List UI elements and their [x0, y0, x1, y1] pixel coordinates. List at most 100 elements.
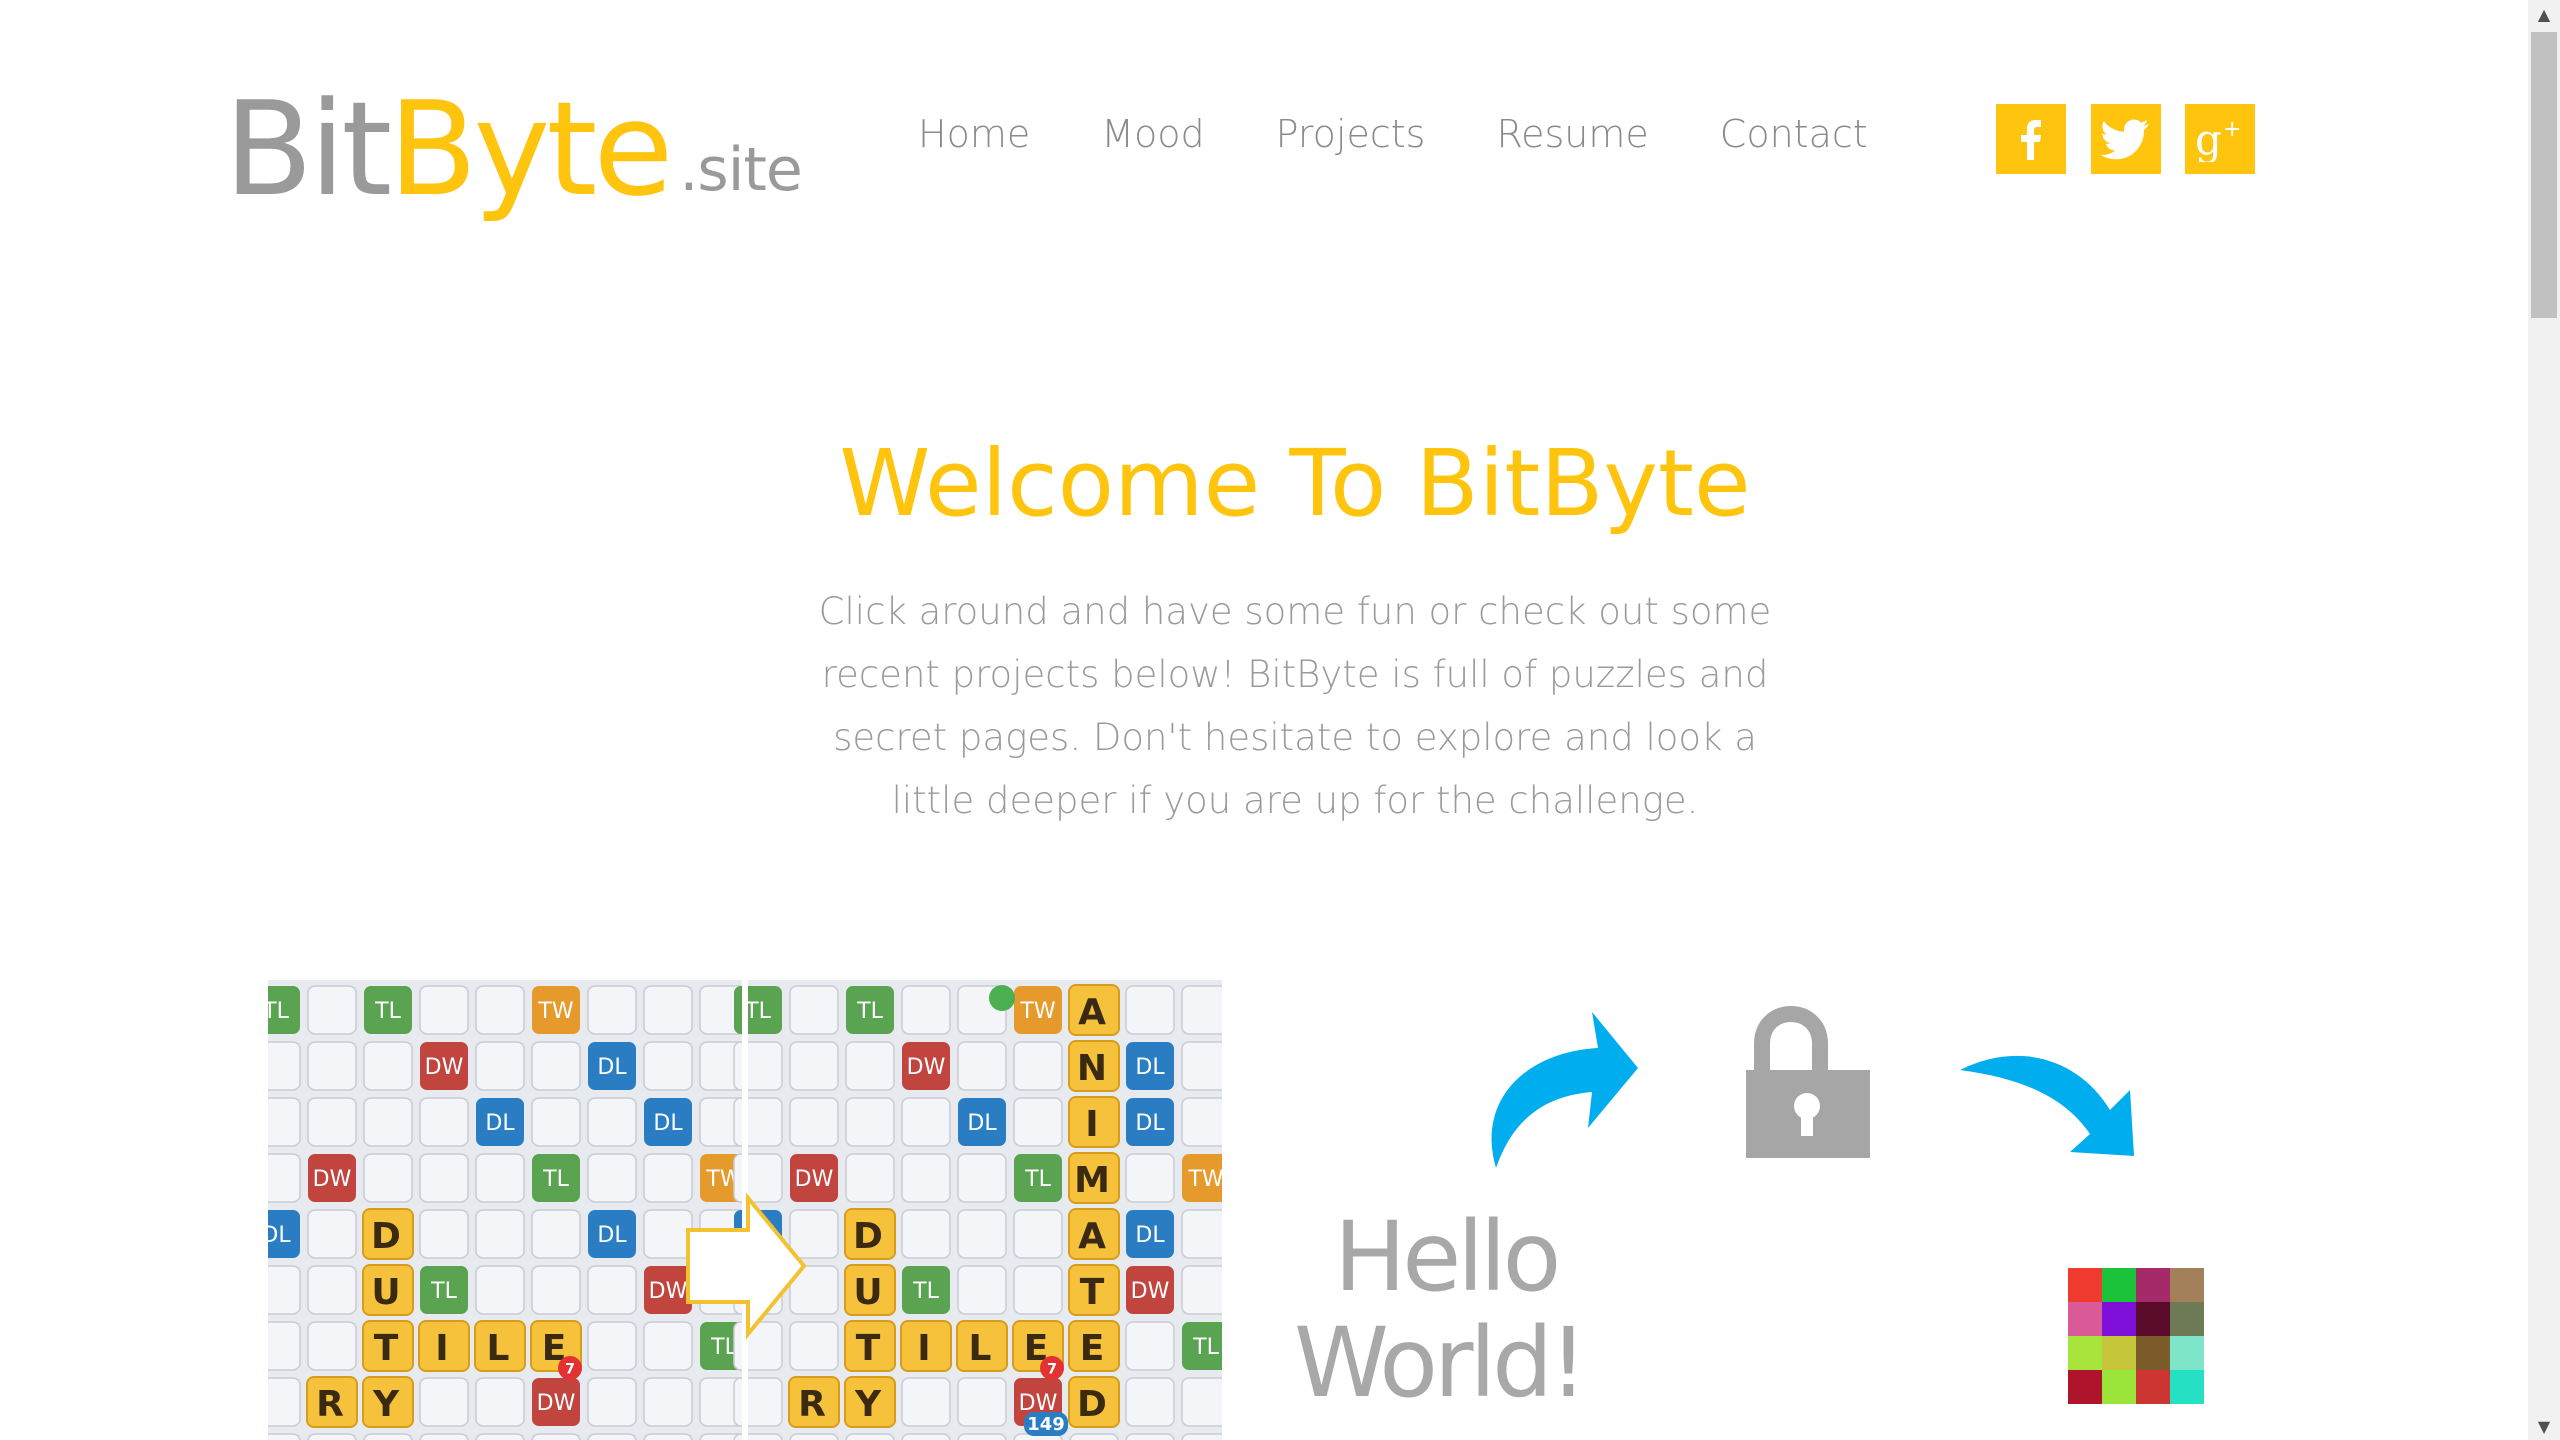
- bonus-label: DL: [268, 1223, 291, 1248]
- board-square: [1181, 1041, 1222, 1091]
- board-square: [845, 1041, 895, 1091]
- mosaic-pixel: [2170, 1370, 2204, 1404]
- board-square: [957, 1041, 1007, 1091]
- board-square: [475, 1209, 525, 1259]
- board-square: [901, 1153, 951, 1203]
- board-square: [1069, 1433, 1119, 1440]
- vertical-scrollbar[interactable]: ▲ ▼: [2528, 0, 2560, 1440]
- bonus-label: DW: [537, 1391, 576, 1416]
- bonus-label: DW: [795, 1167, 834, 1192]
- bonus-label: DL: [967, 1111, 997, 1136]
- letter-tile-text: D: [371, 1216, 401, 1257]
- board-square: [475, 1377, 525, 1427]
- hero-title: Welcome To BitByte: [839, 430, 1751, 537]
- board-square: [419, 1433, 469, 1440]
- bonus-label: DW: [425, 1055, 464, 1080]
- mosaic-pixel: [2102, 1336, 2136, 1370]
- board-square: [531, 1097, 581, 1147]
- scroll-up-icon[interactable]: ▲: [2528, 0, 2560, 28]
- bonus-label: DW: [313, 1167, 352, 1192]
- logo-byte: Byte: [388, 73, 673, 225]
- scroll-down-icon[interactable]: ▼: [2528, 1412, 2560, 1440]
- letter-tile-text: T: [856, 1328, 881, 1369]
- letter-tile-text: Y: [854, 1384, 882, 1425]
- board-square: [268, 1265, 301, 1315]
- nav-projects[interactable]: Projects: [1276, 112, 1426, 156]
- nav-resume[interactable]: Resume: [1496, 112, 1648, 156]
- bonus-label: DL: [1135, 1055, 1165, 1080]
- board-square: [901, 985, 951, 1035]
- letter-tile-text: Y: [372, 1384, 400, 1425]
- page: Bit Byte .site Home Mood Projects Resume…: [0, 0, 2528, 1440]
- board-square: [419, 985, 469, 1035]
- letter-tile-text: T: [374, 1328, 399, 1369]
- boost-badge-icon: [989, 985, 1015, 1011]
- board-square: [419, 1097, 469, 1147]
- google-plus-icon: g +: [2195, 116, 2241, 162]
- board-square: [1013, 1041, 1063, 1091]
- logo-bit: Bit: [224, 73, 392, 225]
- nav-contact[interactable]: Contact: [1720, 112, 1868, 156]
- mosaic-pixel: [2136, 1268, 2170, 1302]
- nav-home[interactable]: Home: [918, 112, 1030, 156]
- google-plus-button[interactable]: g +: [2185, 104, 2255, 174]
- board-square: [643, 1209, 693, 1259]
- mosaic-pixel: [2102, 1370, 2136, 1404]
- pixel-mosaic: [2068, 1268, 2204, 1404]
- twitter-icon: [2101, 119, 2149, 160]
- board-square: [733, 1041, 783, 1091]
- board-square: [643, 1153, 693, 1203]
- bonus-label: TW: [1019, 999, 1055, 1024]
- bonus-label: DW: [649, 1279, 688, 1304]
- board-square: [789, 1433, 839, 1440]
- letter-tile-text: I: [917, 1328, 930, 1369]
- project-word-game-image[interactable]: TL TL TW DW DL DL DL DW TL TW DL D DL U TL DW T I L E TL R Y DW…: [268, 980, 1222, 1440]
- board-square: [733, 1321, 783, 1371]
- board-square: [1181, 1209, 1222, 1259]
- letter-tile-text: U: [371, 1272, 400, 1313]
- board-square: [1013, 1097, 1063, 1147]
- mosaic-pixel: [2102, 1302, 2136, 1336]
- board-square: [901, 1377, 951, 1427]
- bonus-label: TL: [430, 1279, 457, 1304]
- board-square: [733, 1377, 783, 1427]
- board-square: [733, 1433, 783, 1440]
- board-square: [419, 1153, 469, 1203]
- board-square: [789, 1097, 839, 1147]
- hello-text: Hello: [1334, 1201, 1557, 1313]
- facebook-button[interactable]: [1996, 104, 2066, 174]
- mosaic-pixel: [2068, 1268, 2102, 1302]
- project-secret-image[interactable]: Hello World!: [1280, 960, 2220, 1440]
- letter-tile-text: A: [1078, 992, 1106, 1033]
- board-square: [901, 1209, 951, 1259]
- board-square: [307, 1209, 357, 1259]
- board-square: [957, 1377, 1007, 1427]
- board-square: [957, 1153, 1007, 1203]
- scrollbar-thumb[interactable]: [2531, 32, 2557, 318]
- board-square: [268, 1321, 301, 1371]
- board-square: [419, 1209, 469, 1259]
- curved-arrow-up-icon: [1491, 1012, 1638, 1168]
- lock-icon: [1746, 1006, 1870, 1158]
- letter-tile-text: R: [316, 1384, 344, 1425]
- board-square: [957, 1265, 1007, 1315]
- board-square: [643, 1041, 693, 1091]
- board-square: [475, 985, 525, 1035]
- board-square: [587, 1097, 637, 1147]
- main-nav: Home Mood Projects Resume Contact: [918, 112, 1868, 156]
- board-square: [475, 1041, 525, 1091]
- board-square: [957, 1209, 1007, 1259]
- mosaic-pixel: [2068, 1302, 2102, 1336]
- board-square: [363, 1097, 413, 1147]
- board-square: [531, 1433, 581, 1440]
- nav-mood[interactable]: Mood: [1101, 112, 1204, 156]
- bonus-label: DL: [485, 1111, 515, 1136]
- twitter-button[interactable]: [2091, 104, 2161, 174]
- mosaic-pixel: [2136, 1336, 2170, 1370]
- board-square: [307, 1433, 357, 1440]
- board-square: [733, 1153, 783, 1203]
- site-logo[interactable]: Bit Byte .site: [224, 54, 803, 225]
- facebook-icon: [2021, 120, 2041, 160]
- mosaic-pixel: [2170, 1336, 2204, 1370]
- mosaic-pixel: [2170, 1268, 2204, 1302]
